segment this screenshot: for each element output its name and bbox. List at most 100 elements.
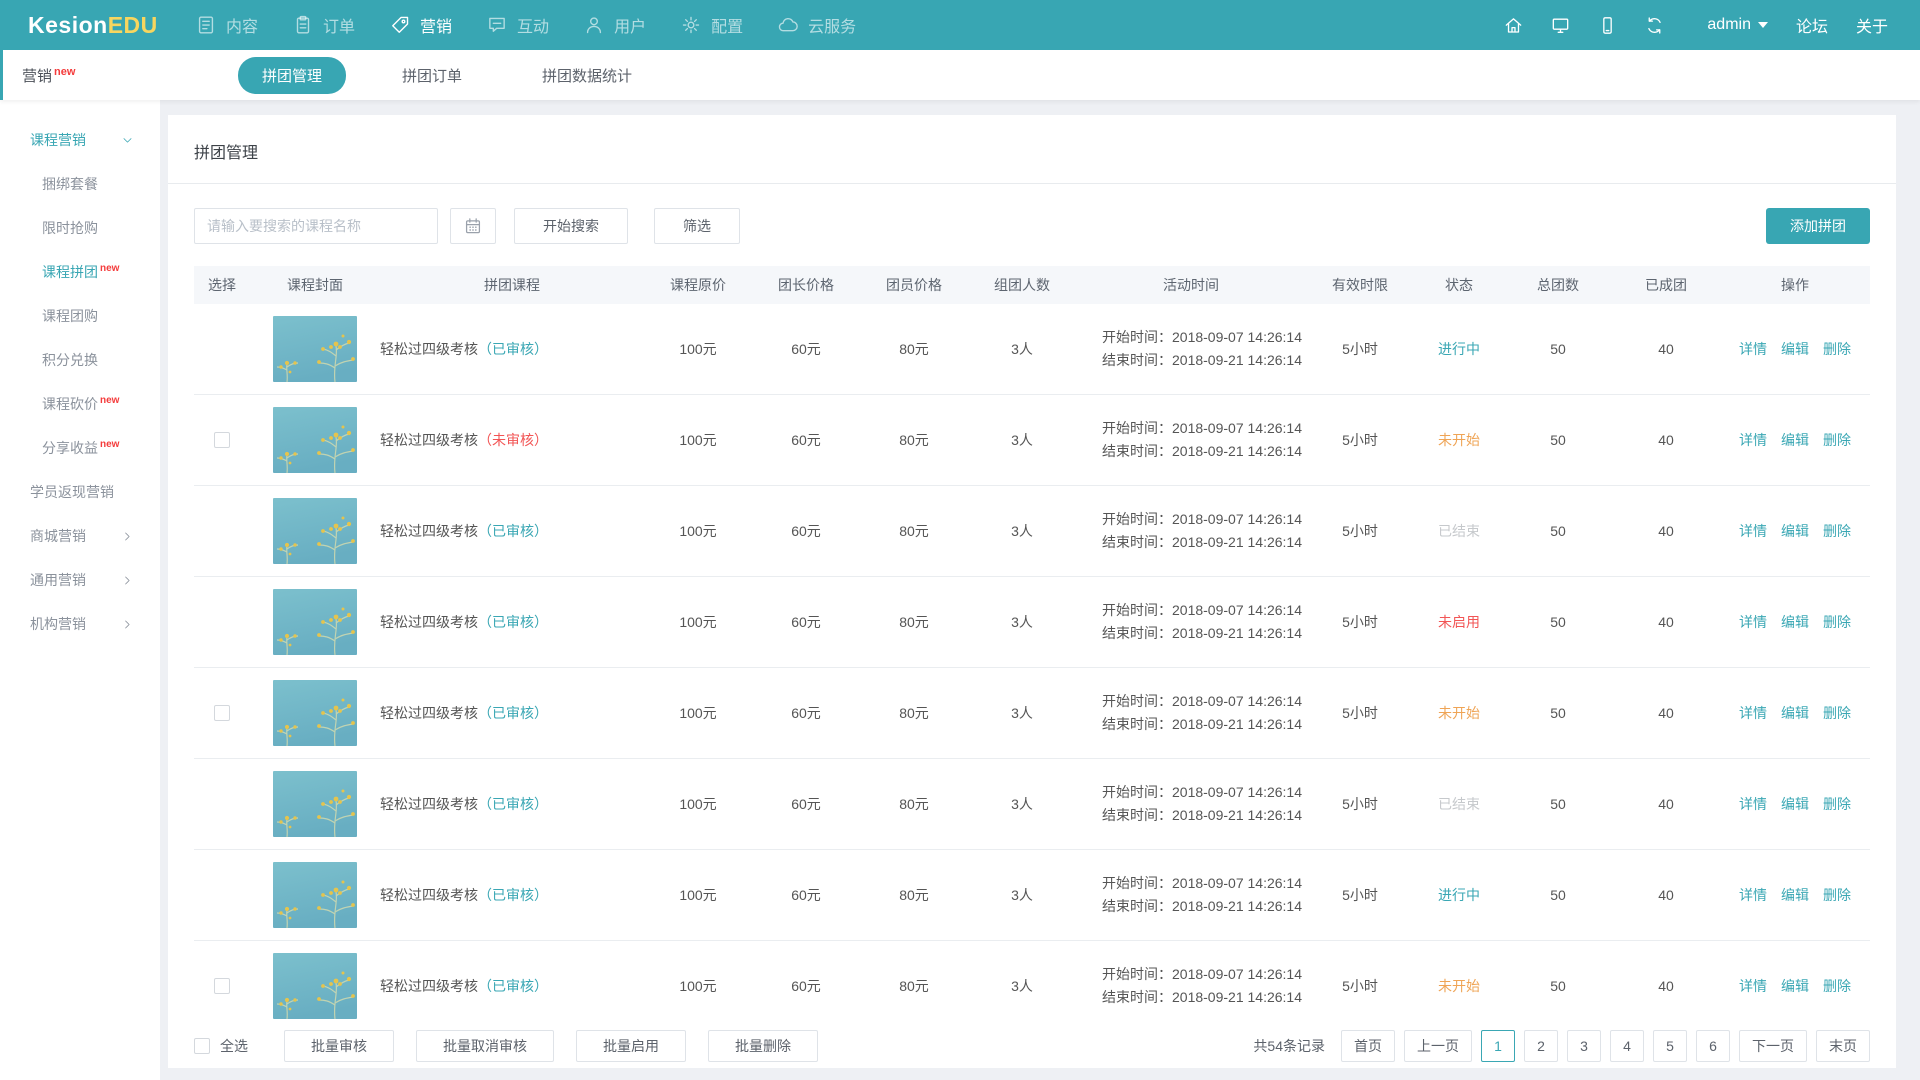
sidebar-group-课程营销[interactable]: 课程营销: [0, 118, 160, 162]
app-logo[interactable]: KesionEDU: [0, 12, 178, 39]
topnav-item-用户[interactable]: 用户: [566, 0, 663, 50]
sidebar-item-捆绑套餐[interactable]: 捆绑套餐: [0, 162, 160, 206]
edit-link[interactable]: 编辑: [1781, 612, 1809, 632]
about-link[interactable]: 关于: [1856, 13, 1888, 37]
refresh-icon[interactable]: [1644, 15, 1665, 36]
sidebar-group-学员返现营销[interactable]: 学员返现营销: [0, 470, 160, 514]
delete-link[interactable]: 删除: [1823, 794, 1851, 814]
home-icon[interactable]: [1503, 15, 1524, 36]
sidebar-item-课程拼团[interactable]: 课程拼团new: [0, 250, 160, 294]
batch-cancel-approve-button[interactable]: 批量取消审核: [416, 1030, 554, 1062]
status-badge: 未开始: [1438, 976, 1480, 996]
detail-link[interactable]: 详情: [1739, 703, 1767, 723]
tab-拼团订单[interactable]: 拼团订单: [378, 57, 486, 94]
batch-approve-button[interactable]: 批量审核: [284, 1030, 394, 1062]
row-checkbox[interactable]: [214, 978, 230, 994]
sidebar-group-通用营销[interactable]: 通用营销: [0, 558, 160, 602]
page-button-下一页[interactable]: 下一页: [1739, 1030, 1807, 1062]
delete-link[interactable]: 删除: [1823, 612, 1851, 632]
start-time: 开始时间：2018-09-07 14:26:14: [1102, 326, 1302, 349]
page-button-5[interactable]: 5: [1653, 1030, 1687, 1062]
edit-link[interactable]: 编辑: [1781, 885, 1809, 905]
page-button-上一页[interactable]: 上一页: [1404, 1030, 1472, 1062]
row-actions: 详情编辑删除: [1720, 885, 1870, 905]
delete-link[interactable]: 删除: [1823, 703, 1851, 723]
page-button-首页[interactable]: 首页: [1341, 1030, 1395, 1062]
completed-groups: 40: [1612, 978, 1720, 994]
edit-link[interactable]: 编辑: [1781, 339, 1809, 359]
tab-拼团数据统计[interactable]: 拼团数据统计: [518, 57, 656, 94]
valid-duration: 5小时: [1306, 612, 1414, 632]
leader-price: 60元: [752, 703, 860, 723]
select-all[interactable]: 全选: [194, 1036, 248, 1056]
row-checkbox[interactable]: [214, 432, 230, 448]
sidebar-item-课程团购[interactable]: 课程团购: [0, 294, 160, 338]
sidebar: 课程营销 捆绑套餐 限时抢购 课程拼团new 课程团购 积分兑换 课程砍价new…: [0, 100, 160, 1080]
detail-link[interactable]: 详情: [1739, 521, 1767, 541]
page-button-末页[interactable]: 末页: [1816, 1030, 1870, 1062]
monitor-icon[interactable]: [1550, 15, 1571, 36]
edit-link[interactable]: 编辑: [1781, 521, 1809, 541]
add-group-buy-button[interactable]: 添加拼团: [1766, 208, 1870, 244]
course-cover-image: [273, 407, 357, 473]
page-button-4[interactable]: 4: [1610, 1030, 1644, 1062]
select-all-checkbox[interactable]: [194, 1038, 210, 1054]
page-button-6[interactable]: 6: [1696, 1030, 1730, 1062]
delete-link[interactable]: 删除: [1823, 339, 1851, 359]
page-button-1[interactable]: 1: [1481, 1030, 1515, 1062]
group-size: 3人: [968, 430, 1076, 450]
filter-button[interactable]: 筛选: [654, 208, 740, 244]
detail-link[interactable]: 详情: [1739, 794, 1767, 814]
course-name: 轻松过四级考核: [380, 976, 478, 996]
topnav-item-营销[interactable]: 营销: [372, 0, 469, 50]
sidebar-item-限时抢购[interactable]: 限时抢购: [0, 206, 160, 250]
tab-拼团管理[interactable]: 拼团管理: [238, 57, 346, 94]
chevron-right-icon: [121, 530, 134, 543]
detail-link[interactable]: 详情: [1739, 430, 1767, 450]
admin-menu[interactable]: admin: [1707, 16, 1768, 34]
search-input[interactable]: [194, 208, 438, 244]
batch-enable-button[interactable]: 批量启用: [576, 1030, 686, 1062]
delete-link[interactable]: 删除: [1823, 430, 1851, 450]
detail-link[interactable]: 详情: [1739, 976, 1767, 996]
end-time: 结束时间：2018-09-21 14:26:14: [1102, 440, 1302, 463]
delete-link[interactable]: 删除: [1823, 521, 1851, 541]
topnav-item-订单[interactable]: 订单: [275, 0, 372, 50]
page-button-2[interactable]: 2: [1524, 1030, 1558, 1062]
batch-delete-button[interactable]: 批量删除: [708, 1030, 818, 1062]
delete-link[interactable]: 删除: [1823, 885, 1851, 905]
topnav-item-内容[interactable]: 内容: [178, 0, 275, 50]
table-row: 轻松过四级考核（已审核） 100元 60元 80元 3人 开始时间：2018-0…: [194, 759, 1870, 850]
sidebar-item-积分兑换[interactable]: 积分兑换: [0, 338, 160, 382]
sidebar-group-商城营销[interactable]: 商城营销: [0, 514, 160, 558]
column-header: 有效时限: [1306, 275, 1414, 295]
user-icon: [583, 14, 605, 36]
edit-link[interactable]: 编辑: [1781, 976, 1809, 996]
calendar-icon: [463, 216, 483, 236]
page-button-3[interactable]: 3: [1567, 1030, 1601, 1062]
topnav-item-配置[interactable]: 配置: [663, 0, 760, 50]
table-row: 轻松过四级考核（已审核） 100元 60元 80元 3人 开始时间：2018-0…: [194, 668, 1870, 759]
total-groups: 50: [1504, 432, 1612, 448]
row-checkbox[interactable]: [214, 705, 230, 721]
forum-link[interactable]: 论坛: [1796, 13, 1828, 37]
sidebar-item-分享收益[interactable]: 分享收益new: [0, 426, 160, 470]
edit-link[interactable]: 编辑: [1781, 794, 1809, 814]
sidebar-item-课程砍价[interactable]: 课程砍价new: [0, 382, 160, 426]
detail-link[interactable]: 详情: [1739, 339, 1767, 359]
detail-link[interactable]: 详情: [1739, 612, 1767, 632]
edit-link[interactable]: 编辑: [1781, 703, 1809, 723]
table-row: 轻松过四级考核（已审核） 100元 60元 80元 3人 开始时间：2018-0…: [194, 941, 1870, 1028]
topnav-item-云服务[interactable]: 云服务: [760, 0, 873, 50]
search-button[interactable]: 开始搜索: [514, 208, 628, 244]
gear-icon: [680, 14, 702, 36]
edit-link[interactable]: 编辑: [1781, 430, 1809, 450]
detail-link[interactable]: 详情: [1739, 885, 1767, 905]
column-header: 课程封面: [250, 275, 380, 295]
phone-icon[interactable]: [1597, 15, 1618, 36]
topnav-item-互动[interactable]: 互动: [469, 0, 566, 50]
delete-link[interactable]: 删除: [1823, 976, 1851, 996]
sidebar-group-机构营销[interactable]: 机构营销: [0, 602, 160, 646]
course-cover-image: [273, 589, 357, 655]
date-picker-button[interactable]: [450, 208, 496, 244]
